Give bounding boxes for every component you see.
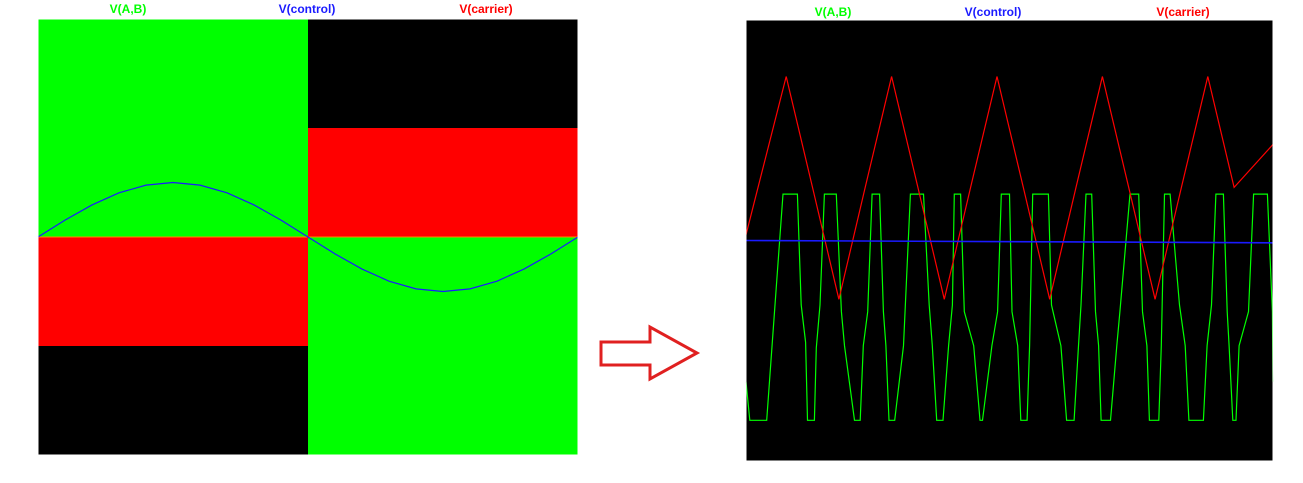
y-tick-label: -1.2V xyxy=(711,318,740,332)
x-tick-label: 13.706ms xyxy=(895,471,948,483)
x-tick-label: 13.762ms xyxy=(1247,471,1300,483)
legend: V(A,B) V(control) V(carrier) xyxy=(815,5,1210,19)
x-axis: 13.678ms 13.692ms 13.706ms 13.720ms 13.734ms… xyxy=(720,461,1300,483)
x-tick-label: 4ms xyxy=(135,465,158,479)
y-tick-label: 0.0V xyxy=(715,183,740,197)
x-axis: 0ms 2ms 4ms 6ms 8ms 10ms 12ms 14ms 16ms 18ms 20ms xyxy=(27,455,593,479)
y-tick-label: -0.3V xyxy=(711,217,740,231)
x-tick-label: 0ms xyxy=(27,465,50,479)
y-tick-label: -0.8V xyxy=(3,317,32,331)
y-tick-label: 1.2V xyxy=(7,99,32,113)
x-tick-label: 10ms xyxy=(293,465,322,479)
y-tick-label: 0.9V xyxy=(715,81,740,95)
y-tick-label: -2.4V xyxy=(711,454,740,468)
x-tick-label: 20ms xyxy=(563,465,592,479)
x-tick-label: 13.734ms xyxy=(1071,471,1124,483)
x-tick-label: 6ms xyxy=(189,465,212,479)
legend-entry-vab: V(A,B) xyxy=(815,5,852,19)
x-tick-label: 8ms xyxy=(243,465,266,479)
y-tick-label: -0.6V xyxy=(711,250,740,264)
x-tick-label: 18ms xyxy=(509,465,538,479)
right-arrow-icon xyxy=(599,324,701,382)
stage: 2.0V 1.6V 1.2V 0.8V 0.4V 0.0V -0.4V -0.8V -1.2V -… xyxy=(3,2,1299,483)
legend-entry-vcarrier: V(carrier) xyxy=(459,2,512,16)
legend: V(A,B) V(control) V(carrier) xyxy=(110,2,513,16)
legend-entry-vcontrol: V(control) xyxy=(279,2,336,16)
y-tick-label: -1.6V xyxy=(3,404,32,418)
y-tick-label: 2.0V xyxy=(7,12,32,26)
y-tick-label: 0.6V xyxy=(715,115,740,129)
y-tick-label: 1.2V xyxy=(715,47,740,61)
y-tick-label: -1.2V xyxy=(3,361,32,375)
x-tick-label: 13.692ms xyxy=(807,471,860,483)
y-tick-label: -0.4V xyxy=(3,274,32,288)
y-tick-label: 1.5V xyxy=(715,13,740,27)
y-tick-label: -0.9V xyxy=(711,284,740,298)
legend-entry-vab: V(A,B) xyxy=(110,2,147,16)
y-tick-label: -1.5V xyxy=(711,352,740,366)
y-tick-label: 1.6V xyxy=(7,56,32,70)
y-tick-label: -1.8V xyxy=(711,386,740,400)
y-tick-label: -2.1V xyxy=(711,420,740,434)
y-tick-label: 0.0V xyxy=(7,230,32,244)
y-axis: 1.5V 1.2V 0.9V 0.6V 0.3V 0.0V -0.3V -0.6V -0.9V -… xyxy=(711,13,746,468)
x-tick-label: 13.678ms xyxy=(720,471,773,483)
x-tick-label: 16ms xyxy=(455,465,484,479)
x-tick-label: 13.720ms xyxy=(983,471,1036,483)
y-tick-label: 0.3V xyxy=(715,149,740,163)
x-tick-label: 12ms xyxy=(347,465,376,479)
y-tick-label: 0.4V xyxy=(7,186,32,200)
legend-entry-vcontrol: V(control) xyxy=(965,5,1022,19)
zoomed-chart: 1.5V 1.2V 0.9V 0.6V 0.3V 0.0V -0.3V -0.6V -0.9V -… xyxy=(711,5,1299,483)
x-tick-label: 14ms xyxy=(401,465,430,479)
x-tick-label: 13.748ms xyxy=(1159,471,1212,483)
legend-entry-vcarrier: V(carrier) xyxy=(1156,5,1209,19)
y-tick-label: -2.0V xyxy=(3,448,32,462)
y-axis: 2.0V 1.6V 1.2V 0.8V 0.4V 0.0V -0.4V -0.8V -1.2V -… xyxy=(3,12,38,462)
x-tick-label: 2ms xyxy=(81,465,104,479)
y-tick-label: 0.8V xyxy=(7,143,32,157)
full-cycle-chart: 2.0V 1.6V 1.2V 0.8V 0.4V 0.0V -0.4V -0.8V -1.2V -… xyxy=(3,2,592,479)
